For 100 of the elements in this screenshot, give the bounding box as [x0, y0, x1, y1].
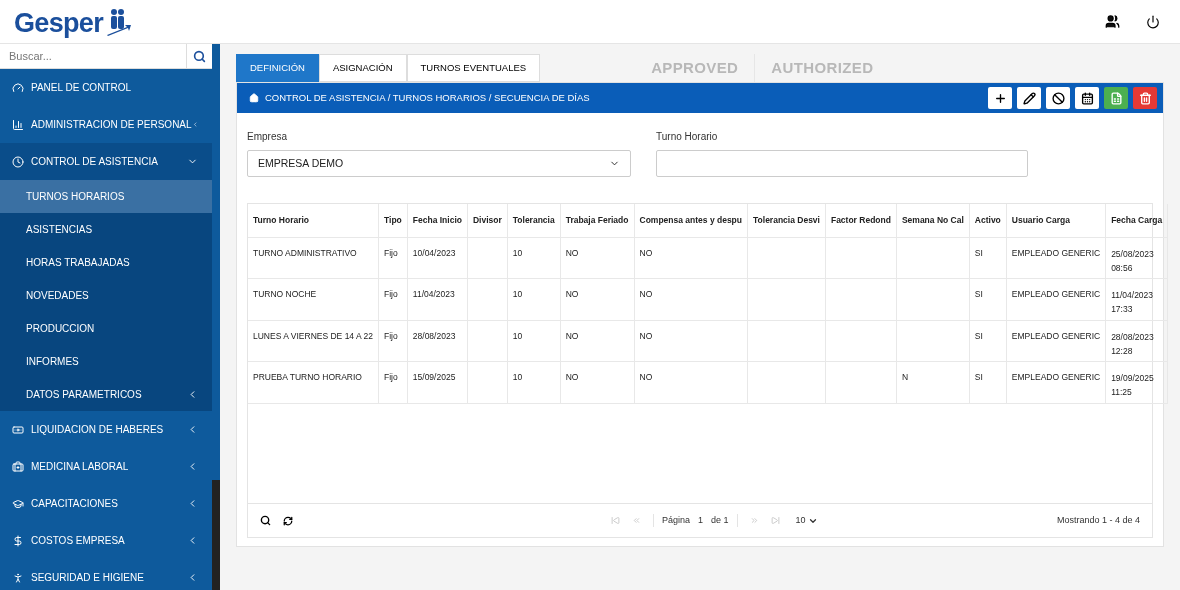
- column-header[interactable]: Factor Redond: [825, 204, 897, 237]
- table-cell: 11/04/2023: [412, 289, 455, 299]
- trash-icon: [1138, 91, 1152, 105]
- calendar-button[interactable]: [1075, 87, 1099, 109]
- logo-people-icon: [105, 6, 131, 37]
- table-cell: 10: [512, 247, 523, 258]
- tab[interactable]: ASIGNACIÓN: [318, 54, 407, 82]
- sidebar-item[interactable]: CONTROL DE ASISTENCIA: [0, 143, 212, 180]
- medical-kit-icon: [12, 460, 24, 473]
- sidebar-item[interactable]: MEDICINA LABORAL: [0, 448, 212, 485]
- disable-button[interactable]: [1046, 87, 1070, 109]
- chevron-left-icon: [191, 119, 198, 130]
- column-header[interactable]: Fecha Carga: [1105, 204, 1168, 237]
- submenu-item[interactable]: PRODUCCION: [0, 312, 212, 345]
- search-field[interactable]: Buscar...: [0, 44, 186, 68]
- ban-icon: [1051, 91, 1065, 105]
- table-cell-text: 19/09/2025 11:25: [1111, 372, 1155, 399]
- sidebar-item[interactable]: LIQUIDACION DE HABERES: [0, 411, 212, 448]
- refresh-icon[interactable]: [283, 515, 293, 526]
- logo-text: Gesper: [14, 9, 103, 37]
- table-cell: NO: [565, 372, 579, 382]
- column-header[interactable]: Fecha Inicio: [407, 204, 468, 237]
- table-cell: NO: [565, 289, 579, 299]
- banknote-icon: [12, 423, 24, 436]
- table-cell: NO: [565, 330, 579, 341]
- table-cell: NO: [639, 330, 653, 341]
- record-summary: Mostrando 1 - 4 de 4: [1056, 513, 1140, 527]
- page-total: de 1: [711, 513, 729, 527]
- power-icon[interactable]: [1146, 14, 1160, 29]
- add-button[interactable]: [988, 87, 1012, 109]
- column-header[interactable]: Compensa antes y despu: [634, 204, 748, 237]
- table-cell: Fijo: [384, 372, 398, 382]
- table-cell: LUNES A VIERNES DE 14 A 22: [253, 330, 373, 341]
- table-cell: SI: [974, 289, 983, 299]
- table-cell: SI: [974, 247, 983, 258]
- sidebar-item[interactable]: CAPACITACIONES: [0, 485, 212, 522]
- column-header[interactable]: Tipo: [378, 204, 408, 237]
- table-cell: EMPLEADO GENERIC: [1011, 330, 1101, 341]
- sidebar-item[interactable]: PANEL DE CONTROL: [0, 69, 212, 106]
- table-cell: 15/09/2025: [412, 372, 456, 382]
- table-cell: NO: [639, 247, 653, 258]
- column-header[interactable]: Semana No Cal: [896, 204, 970, 237]
- table-cell: 28/08/2023: [412, 330, 456, 341]
- table-cell: EMPLEADO GENERIC: [1011, 372, 1101, 382]
- submenu-item[interactable]: DATOS PARAMETRICOS: [0, 378, 212, 411]
- breadcrumb-text: CONTROL DE ASISTENCIA / TURNOS HORARIOS / SECUENCIA DE DÍAS: [265, 90, 590, 105]
- column-header[interactable]: Tolerancia: [507, 204, 561, 237]
- gauge-icon: [12, 81, 24, 94]
- pencil-icon: [1022, 91, 1036, 105]
- column-header[interactable]: Divisor: [467, 204, 508, 237]
- table-cell: SI: [974, 372, 983, 382]
- sidebar-item[interactable]: COSTOS EMPRESA: [0, 522, 212, 559]
- table-cell: TURNO ADMINISTRATIVO: [253, 247, 357, 258]
- table-cell: TURNO NOCHE: [253, 289, 317, 299]
- table-cell: EMPLEADO GENERIC: [1011, 247, 1101, 258]
- page-number[interactable]: 1: [698, 513, 704, 528]
- field-label: Empresa: [247, 130, 288, 144]
- table-cell: EMPLEADO GENERIC: [1011, 289, 1101, 299]
- column-header[interactable]: Activo: [969, 204, 1007, 237]
- submenu-item[interactable]: INFORMES: [0, 345, 212, 378]
- column-header[interactable]: Tolerancia Desvi: [747, 204, 826, 237]
- column-header[interactable]: Trabaja Feriado: [560, 204, 634, 237]
- delete-button[interactable]: [1133, 87, 1157, 109]
- table-cell: SI: [974, 330, 983, 341]
- submenu-item[interactable]: TURNOS HORARIOS: [0, 180, 212, 213]
- submenu-item[interactable]: NOVEDADES: [0, 279, 212, 312]
- excel-export-button[interactable]: [1104, 87, 1128, 109]
- table-cell: Fijo: [384, 289, 398, 299]
- submenu-item[interactable]: ASISTENCIAS: [0, 213, 212, 246]
- edit-button[interactable]: [1017, 87, 1041, 109]
- search-button[interactable]: [186, 44, 212, 68]
- spreadsheet-icon: [1109, 91, 1123, 105]
- graduation-cap-icon: [12, 497, 24, 510]
- tab[interactable]: DEFINICIÓN: [236, 54, 319, 82]
- table-cell: PRUEBA TURNO HORARIO: [253, 372, 362, 382]
- plus-icon: [993, 91, 1007, 105]
- table-cell: 10: [512, 372, 523, 382]
- search-icon[interactable]: [260, 515, 271, 526]
- table-cell: NO: [639, 372, 653, 382]
- sidebar-item[interactable]: ADMINISTRACION DE PERSONAL: [0, 106, 212, 143]
- column-header[interactable]: Usuario Carga: [1006, 204, 1106, 237]
- home-icon: [249, 93, 259, 103]
- table-cell-text: 25/08/2023 08:56: [1111, 247, 1155, 275]
- status-label: AUTHORIZED: [770, 57, 875, 78]
- column-header[interactable]: Turno Horario: [248, 204, 379, 237]
- table-cell: Fijo: [384, 330, 398, 341]
- users-icon[interactable]: [1105, 14, 1120, 29]
- submenu-item[interactable]: HORAS TRABAJADAS: [0, 246, 212, 279]
- tab[interactable]: TURNOS EVENTUALES: [406, 54, 541, 82]
- scrollbar[interactable]: [212, 44, 220, 590]
- table-cell: 10/04/2023: [412, 247, 456, 258]
- bar-chart-icon: [12, 118, 24, 131]
- sidebar-item[interactable]: SEGURIDAD E HIGIENE: [0, 559, 212, 590]
- shift-field[interactable]: [656, 150, 1028, 177]
- table-cell: NO: [565, 247, 579, 258]
- company-select[interactable]: EMPRESA DEMO: [247, 150, 631, 177]
- page-size-select[interactable]: 10: [795, 513, 818, 528]
- table-cell: N: [901, 372, 909, 382]
- table-cell: Fijo: [384, 247, 398, 258]
- dollar-icon: [12, 534, 24, 547]
